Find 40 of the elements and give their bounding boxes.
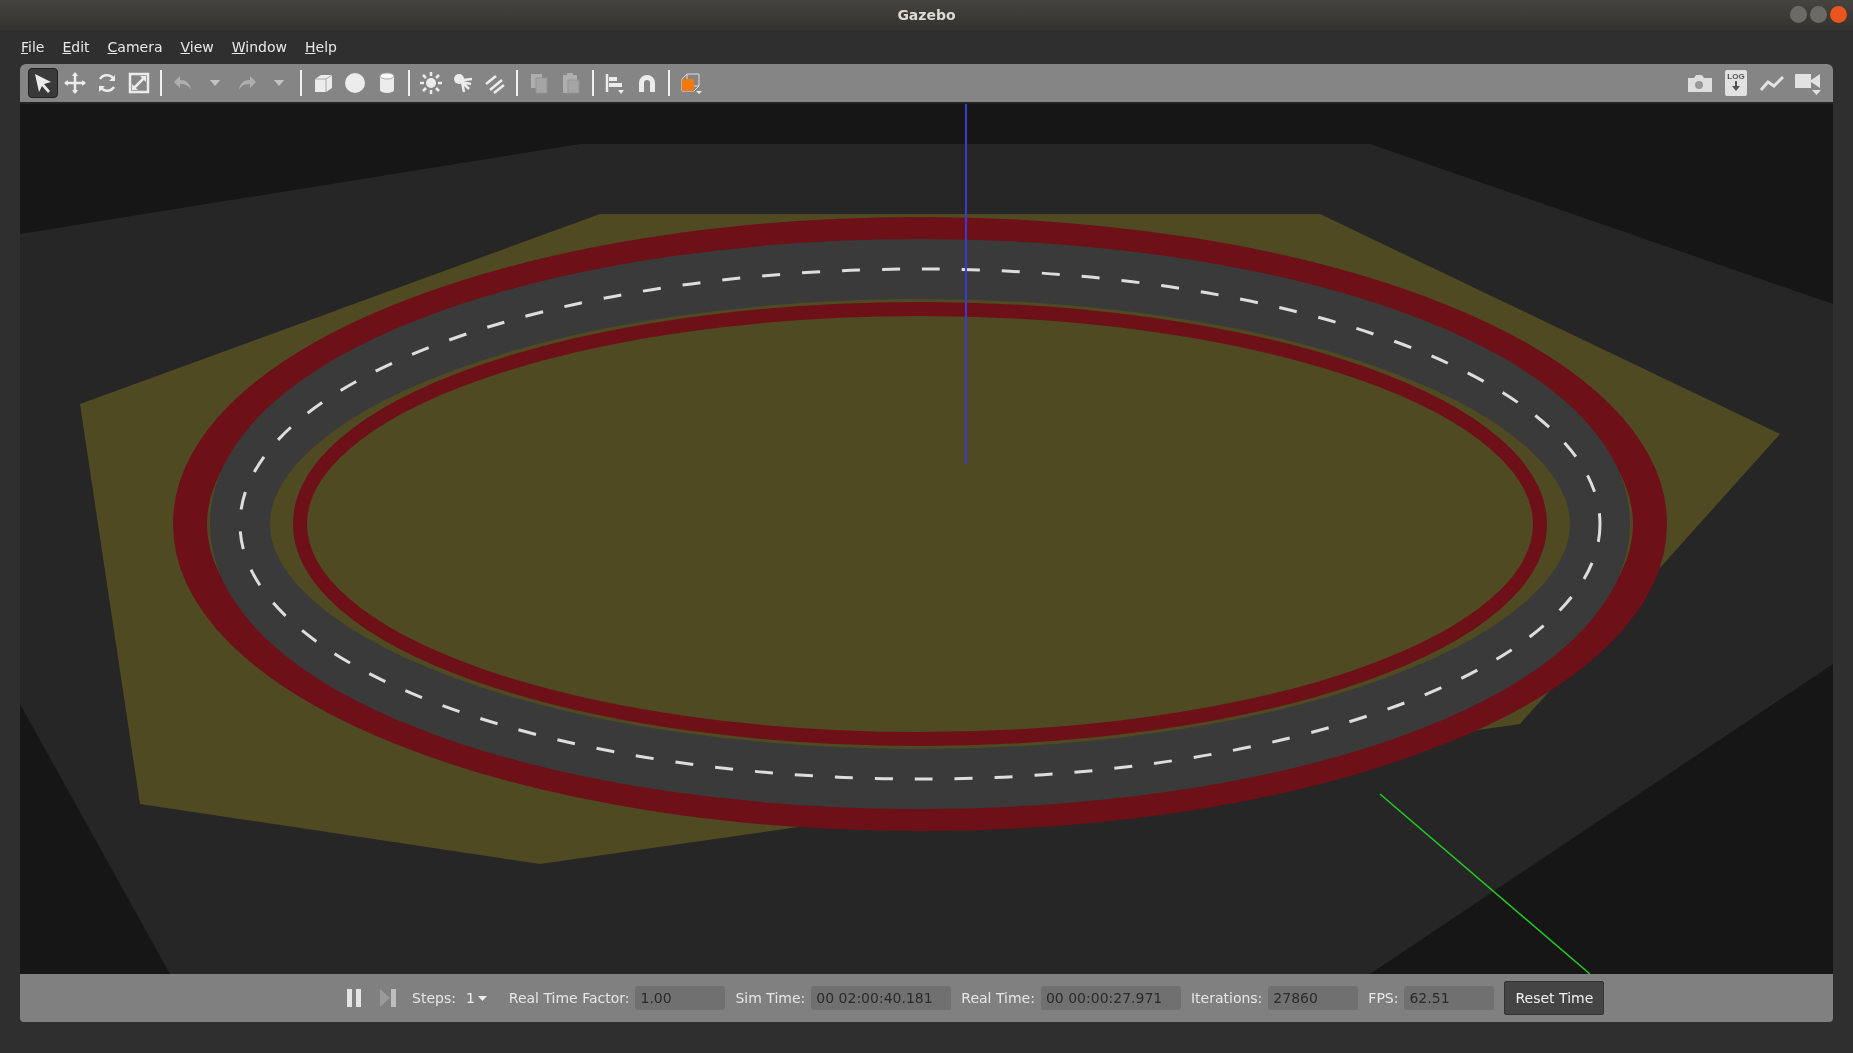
field-label: Real Time Factor: (508, 990, 630, 1006)
down-arrow-icon (1731, 81, 1741, 91)
scale-icon (127, 71, 151, 95)
3d-viewport[interactable] (20, 104, 1833, 974)
view-cube-icon (679, 71, 703, 95)
spot-light-icon (451, 71, 475, 95)
caret-icon (477, 995, 487, 1001)
step-icon (380, 989, 396, 1007)
move-arrows-icon (63, 71, 87, 95)
field-label: Real Time: (961, 990, 1035, 1006)
value-field: 62.51 (1404, 986, 1495, 1010)
value-field: 00 02:00:40.181 (811, 986, 952, 1010)
reset-time-button[interactable]: Reset Time (1504, 981, 1605, 1015)
pause-icon (347, 989, 361, 1007)
menu-item[interactable]: Edit (53, 35, 99, 59)
select-arrow-tool-button[interactable] (28, 68, 58, 98)
sphere-shape-icon (343, 71, 367, 95)
menu-item[interactable]: Camera (98, 35, 172, 59)
point-light-icon (419, 71, 443, 95)
screenshot-camera-icon (1687, 73, 1713, 93)
minimize-button[interactable] (1790, 6, 1807, 23)
value-field: 27860 (1268, 986, 1359, 1010)
video-camera-icon (1794, 71, 1822, 95)
close-button[interactable] (1830, 6, 1847, 23)
value-field: 1.00 (635, 986, 726, 1010)
dropdown-caret-icon[interactable] (210, 80, 220, 86)
value-field: 00 00:00:27.971 (1040, 986, 1181, 1010)
menu-item[interactable]: Help (296, 35, 346, 59)
field-label: Iterations: (1190, 990, 1263, 1006)
dropdown-caret-icon[interactable] (274, 80, 284, 86)
menu-item[interactable]: File (12, 35, 54, 59)
field-label: Sim Time: (735, 990, 806, 1006)
plot-graph-icon (1759, 74, 1785, 92)
field-label: FPS: (1368, 990, 1399, 1006)
menu-item[interactable]: Window (222, 35, 296, 59)
maximize-button[interactable] (1810, 6, 1827, 23)
window-title: Gazebo (897, 7, 956, 23)
align-bars-icon (603, 71, 627, 95)
steps-label: Steps: (412, 990, 456, 1006)
menu-item[interactable]: View (171, 35, 223, 59)
